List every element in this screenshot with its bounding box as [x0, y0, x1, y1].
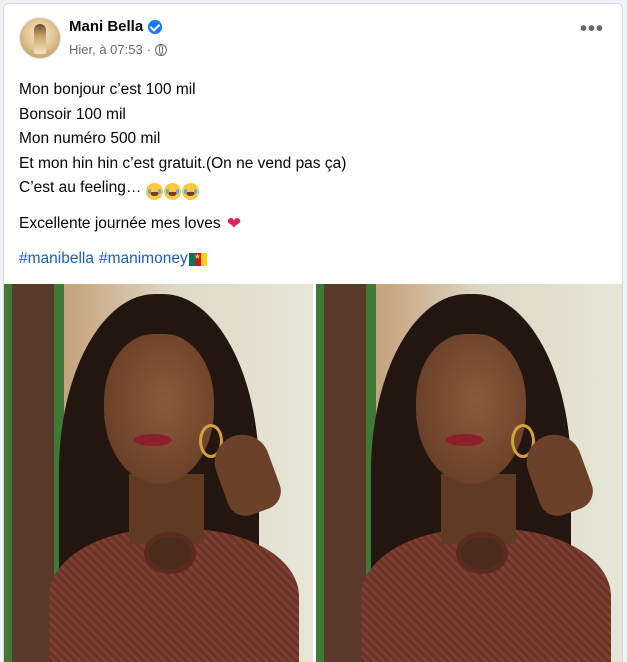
post-card: Mani Bella Hier, à 07:53 · ••• Mon bonjo… — [3, 3, 623, 662]
more-options-button[interactable]: ••• — [580, 19, 604, 39]
avatar-figure — [34, 24, 46, 54]
post-photo[interactable] — [4, 284, 313, 662]
laughing-emoji-icon: 😂 — [163, 183, 181, 200]
photo-ring — [144, 532, 196, 574]
author-row: Mani Bella — [69, 18, 163, 35]
photo-grid — [4, 284, 622, 662]
globe-icon[interactable] — [155, 43, 168, 56]
verified-badge-icon — [148, 19, 163, 34]
hashtag-link[interactable]: #manibella — [19, 250, 94, 268]
post-line: Mon bonjour c’est 100 mil — [19, 81, 196, 98]
photo-ring — [455, 532, 508, 574]
post-meta: Hier, à 07:53 · — [69, 42, 168, 57]
post-line: Bonsoir 100 mil — [19, 105, 126, 123]
post-timestamp[interactable]: Hier, à 07:53 — [69, 42, 143, 57]
laughing-emoji-icon: 😂 — [181, 183, 199, 200]
author-avatar[interactable] — [19, 17, 61, 59]
post-photo[interactable] — [315, 284, 622, 662]
post-line-feeling: C’est au feeling… 😂😂😂 — [19, 176, 346, 201]
hashtag-row: #manibella #manimoney — [19, 250, 207, 268]
red-heart-icon: ❤ — [226, 214, 242, 233]
post-greeting: Excellente journée mes loves ❤ — [19, 214, 241, 234]
greeting-text: Excellente journée mes loves — [19, 215, 221, 232]
photo-face — [415, 334, 526, 484]
photo-lips — [134, 434, 172, 446]
hashtag-link[interactable]: #manimoney — [99, 250, 188, 268]
post-line-text: C’est au feeling… — [19, 179, 142, 196]
photo-face — [104, 334, 214, 484]
author-name[interactable]: Mani Bella — [69, 18, 143, 35]
post-text: Mon bonjour c’est 100 mil Bonsoir 100 mi… — [19, 78, 346, 201]
cameroon-flag-icon — [188, 252, 207, 266]
meta-separator: · — [146, 42, 152, 57]
laughing-emoji-icon: 😂 — [145, 183, 163, 200]
post-line: Mon numéro 500 mil — [19, 130, 161, 147]
photo-lips — [445, 434, 484, 446]
post-line: Et mon hin hin c’est gratuit.(On ne vend… — [19, 154, 347, 172]
